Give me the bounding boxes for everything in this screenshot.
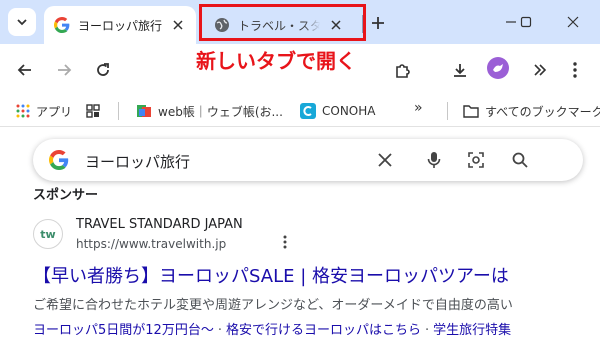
kebab-menu-icon	[573, 62, 577, 78]
tab-search-button[interactable]	[8, 8, 36, 36]
bird-icon	[493, 64, 503, 72]
download-icon	[454, 64, 466, 77]
menu-button[interactable]	[562, 57, 588, 83]
sitelink[interactable]: 格安で行けるヨーロッパはこちら	[226, 323, 421, 338]
close-icon	[378, 153, 392, 167]
bookmark-conoha[interactable]: CONOHA	[300, 100, 375, 122]
sitelink-separator: ·	[217, 323, 222, 338]
plus-icon	[372, 17, 384, 29]
bookmark-tab-groups[interactable]	[86, 100, 100, 122]
google-g-icon	[54, 17, 70, 33]
browser-window: ヨーロッパ旅行 - トラベル・スタンダ	[0, 0, 600, 359]
google-g-icon	[49, 150, 69, 170]
close-window-button[interactable]	[558, 10, 588, 34]
search-button[interactable]	[510, 150, 530, 170]
toolbar-divider	[0, 126, 600, 127]
voice-search-button[interactable]	[424, 150, 444, 170]
bookmark-all-bookmarks[interactable]: すべてのブックマーク	[463, 100, 600, 122]
ad-more-options-button[interactable]	[283, 235, 287, 253]
double-chevron-icon	[534, 64, 547, 76]
chevron-down-icon	[17, 19, 27, 26]
bookmark-webcho[interactable]: web帳｜ウェブ帳(お...	[136, 100, 283, 122]
tab-separator	[362, 15, 363, 33]
close-icon	[567, 16, 579, 28]
profile-avatar[interactable]	[487, 57, 509, 79]
kebab-menu-icon	[283, 235, 287, 249]
sitelink[interactable]: ヨーロッパ5日間が12万円台～	[33, 323, 214, 338]
forward-button[interactable]	[51, 57, 77, 83]
more-extensions-button[interactable]	[527, 57, 553, 83]
extensions-button[interactable]	[390, 57, 416, 83]
sitelink[interactable]: 学生旅行特集	[433, 323, 511, 338]
bookmarks-overflow-button[interactable]: »	[414, 100, 423, 116]
ad-url[interactable]: https://www.travelwith.jp	[76, 237, 226, 251]
new-tab-button[interactable]	[367, 12, 389, 34]
arrow-right-icon	[58, 64, 72, 76]
reload-button[interactable]	[90, 57, 116, 83]
ad-title-link[interactable]: 【早い者勝ち】ヨーロッパSALE | 格安ヨーロッパツアーは	[33, 262, 509, 288]
arrow-left-icon	[17, 64, 31, 76]
microphone-icon	[427, 152, 441, 168]
search-icon	[512, 152, 528, 168]
conoha-favicon-icon	[300, 103, 316, 119]
bookmark-separator	[118, 102, 119, 120]
lens-search-button[interactable]	[466, 150, 486, 170]
bookmark-label: web帳｜ウェブ帳(お...	[158, 104, 283, 119]
site-favicon[interactable]: tw	[33, 219, 63, 249]
annotation-label: 新しいタブで開く	[196, 49, 356, 73]
bookmarks-bar: アプリ web帳｜ウェブ帳(お... CONOHA » すべてのブックマーク	[0, 96, 600, 126]
bookmark-label: すべてのブックマーク	[485, 104, 600, 119]
back-button[interactable]	[12, 57, 38, 83]
search-input[interactable]: ヨーロッパ旅行	[85, 151, 190, 172]
download-button[interactable]	[447, 57, 473, 83]
search-box: ヨーロッパ旅行	[33, 139, 583, 181]
camera-lens-icon	[468, 152, 484, 168]
webcho-favicon-icon	[137, 105, 151, 117]
close-tab-button[interactable]	[170, 17, 186, 33]
ad-description: ご希望に合わせたホテル変更や周遊アレンジなど、オーダーメイドで自由度の高い	[33, 298, 513, 313]
maximize-button-icon-wrap[interactable]	[511, 10, 541, 34]
sitelink-separator: ·	[424, 323, 430, 338]
bookmark-apps[interactable]: アプリ	[16, 100, 72, 122]
ad-site-name[interactable]: TRAVEL STANDARD JAPAN	[76, 217, 243, 232]
bookmark-label: アプリ	[36, 104, 73, 119]
ad-sitelinks: ヨーロッパ5日間が12万円台～ · 格安で行けるヨーロッパはこちら · 学生旅行特集	[33, 319, 511, 338]
reload-icon	[97, 63, 109, 76]
highlight-box	[199, 4, 366, 41]
tab-europe-travel[interactable]: ヨーロッパ旅行 -	[44, 6, 196, 44]
apps-grid-icon	[16, 104, 30, 118]
bookmark-label: CONOHA	[322, 104, 376, 118]
close-icon	[173, 20, 183, 30]
maximize-icon	[520, 16, 532, 28]
tab-groups-icon	[86, 104, 100, 118]
tab-strip: ヨーロッパ旅行 - トラベル・スタンダ	[0, 0, 600, 44]
puzzle-icon	[396, 64, 410, 78]
clear-search-button[interactable]	[375, 150, 395, 170]
tab-title: ヨーロッパ旅行 -	[78, 18, 162, 33]
sponsored-label: スポンサー	[33, 188, 99, 203]
bookmark-separator	[447, 102, 448, 120]
folder-icon	[463, 105, 479, 118]
